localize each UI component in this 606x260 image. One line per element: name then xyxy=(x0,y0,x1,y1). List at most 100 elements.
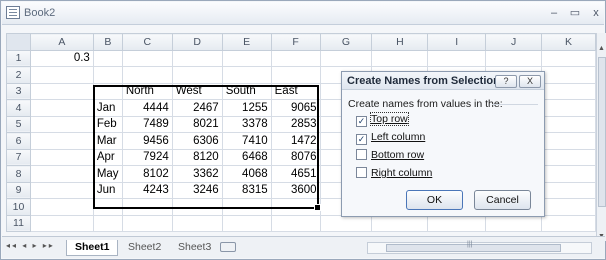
cell-f7[interactable]: 8076 xyxy=(270,148,321,166)
right-column-checkbox[interactable] xyxy=(356,167,367,178)
vertical-scroll-thumb[interactable] xyxy=(598,57,606,207)
row-header[interactable]: 2 xyxy=(6,66,31,84)
cell-d1[interactable] xyxy=(171,49,223,67)
cell-c8[interactable]: 8102 xyxy=(121,165,173,183)
cell-a7[interactable] xyxy=(29,148,94,166)
cell-g1[interactable] xyxy=(319,49,373,67)
help-button[interactable]: ? xyxy=(495,75,517,88)
top-row-checkbox[interactable]: ✓ xyxy=(356,116,367,127)
cell-k8[interactable] xyxy=(541,165,596,183)
cell-j1[interactable] xyxy=(485,49,543,67)
horizontal-scrollbar[interactable] xyxy=(367,241,592,254)
cell-k10[interactable] xyxy=(541,198,596,216)
cell-b7[interactable]: Apr xyxy=(92,148,123,166)
cell-c4[interactable]: 4444 xyxy=(121,99,173,117)
column-header-f[interactable]: F xyxy=(270,33,321,51)
cell-b11[interactable] xyxy=(92,214,123,232)
cancel-button[interactable]: Cancel xyxy=(474,190,531,210)
cell-f8[interactable]: 4651 xyxy=(270,165,321,183)
cell-b1[interactable] xyxy=(92,49,123,67)
cell-b4[interactable]: Jan xyxy=(92,99,123,117)
cell-b5[interactable]: Feb xyxy=(92,115,123,133)
cell-c9[interactable]: 4243 xyxy=(121,181,173,199)
cell-a2[interactable] xyxy=(29,66,94,84)
cell-a6[interactable] xyxy=(29,132,94,150)
column-header-d[interactable]: D xyxy=(171,33,223,51)
cell-e6[interactable]: 7410 xyxy=(221,132,272,150)
row-header[interactable]: 6 xyxy=(6,132,31,150)
cell-k6[interactable] xyxy=(541,132,596,150)
cell-f9[interactable]: 3600 xyxy=(270,181,321,199)
cell-c10[interactable] xyxy=(121,198,173,216)
cell-a1[interactable]: 0.3 xyxy=(29,49,94,67)
column-header-i[interactable]: I xyxy=(427,33,487,51)
cell-b3[interactable] xyxy=(92,82,123,100)
horizontal-scroll-thumb[interactable] xyxy=(386,241,561,252)
cell-d5[interactable]: 8021 xyxy=(171,115,223,133)
cell-f5[interactable]: 2853 xyxy=(270,115,321,133)
column-header-h[interactable]: H xyxy=(371,33,429,51)
left-column-checkbox[interactable]: ✓ xyxy=(356,134,367,145)
cell-b6[interactable]: Mar xyxy=(92,132,123,150)
cell-d8[interactable]: 3362 xyxy=(171,165,223,183)
cell-k3[interactable] xyxy=(541,82,596,100)
cell-i1[interactable] xyxy=(427,49,487,67)
cell-c1[interactable] xyxy=(121,49,173,67)
cell-c5[interactable]: 7489 xyxy=(121,115,173,133)
row-header[interactable]: 8 xyxy=(6,165,31,183)
column-header-k[interactable]: K xyxy=(541,33,596,51)
cell-e9[interactable]: 8315 xyxy=(221,181,272,199)
column-header-e[interactable]: E xyxy=(221,33,272,51)
cell-k2[interactable] xyxy=(541,66,596,84)
cell-a3[interactable] xyxy=(29,82,94,100)
tab-sheet1[interactable]: Sheet1 xyxy=(66,240,119,256)
cell-c11[interactable] xyxy=(121,214,173,232)
row-header[interactable]: 10 xyxy=(6,198,31,216)
cell-k11[interactable] xyxy=(541,214,596,232)
column-header-c[interactable]: C xyxy=(121,33,173,51)
cell-k9[interactable] xyxy=(541,181,596,199)
cell-f6[interactable]: 1472 xyxy=(270,132,321,150)
cell-h1[interactable] xyxy=(371,49,429,67)
cell-d2[interactable] xyxy=(171,66,223,84)
cell-d11[interactable] xyxy=(171,214,223,232)
cell-b9[interactable]: Jun xyxy=(92,181,123,199)
minimize-button[interactable]: – xyxy=(546,5,562,21)
cell-d7[interactable]: 8120 xyxy=(171,148,223,166)
right-column-option[interactable]: Right column xyxy=(356,167,432,181)
cell-e10[interactable] xyxy=(221,198,272,216)
tab-navigation-arrows[interactable]: ◂◂ ◂ ▸ ▸▸ xyxy=(6,241,55,250)
cell-d9[interactable]: 3246 xyxy=(171,181,223,199)
row-header[interactable]: 1 xyxy=(6,49,31,67)
cell-f3[interactable]: East xyxy=(270,82,321,100)
column-header-g[interactable]: G xyxy=(319,33,373,51)
cell-f10[interactable] xyxy=(270,198,321,216)
bottom-row-checkbox[interactable] xyxy=(356,149,367,160)
cell-e2[interactable] xyxy=(221,66,272,84)
cell-j11[interactable] xyxy=(485,214,543,232)
cell-d10[interactable] xyxy=(171,198,223,216)
insert-sheet-icon[interactable] xyxy=(220,242,236,252)
cell-f2[interactable] xyxy=(270,66,321,84)
row-header[interactable]: 7 xyxy=(6,148,31,166)
cell-e5[interactable]: 3378 xyxy=(221,115,272,133)
cell-e4[interactable]: 1255 xyxy=(221,99,272,117)
left-column-option[interactable]: ✓ Left column xyxy=(356,131,425,145)
row-header[interactable]: 11 xyxy=(6,214,31,232)
close-button[interactable]: x xyxy=(588,5,604,21)
row-header[interactable]: 4 xyxy=(6,99,31,117)
cell-k1[interactable] xyxy=(541,49,596,67)
ok-button[interactable]: OK xyxy=(406,190,463,210)
cell-k7[interactable] xyxy=(541,148,596,166)
cell-e7[interactable]: 6468 xyxy=(221,148,272,166)
cell-f4[interactable]: 9065 xyxy=(270,99,321,117)
column-header-j[interactable]: J xyxy=(485,33,543,51)
cell-a11[interactable] xyxy=(29,214,94,232)
column-header-a[interactable]: A xyxy=(29,33,94,51)
cell-c2[interactable] xyxy=(121,66,173,84)
cell-a10[interactable] xyxy=(29,198,94,216)
workbook-icon[interactable] xyxy=(6,6,20,19)
cell-e1[interactable] xyxy=(221,49,272,67)
cell-e8[interactable]: 4068 xyxy=(221,165,272,183)
vertical-scrollbar[interactable]: ▲ ▼ xyxy=(596,33,606,241)
